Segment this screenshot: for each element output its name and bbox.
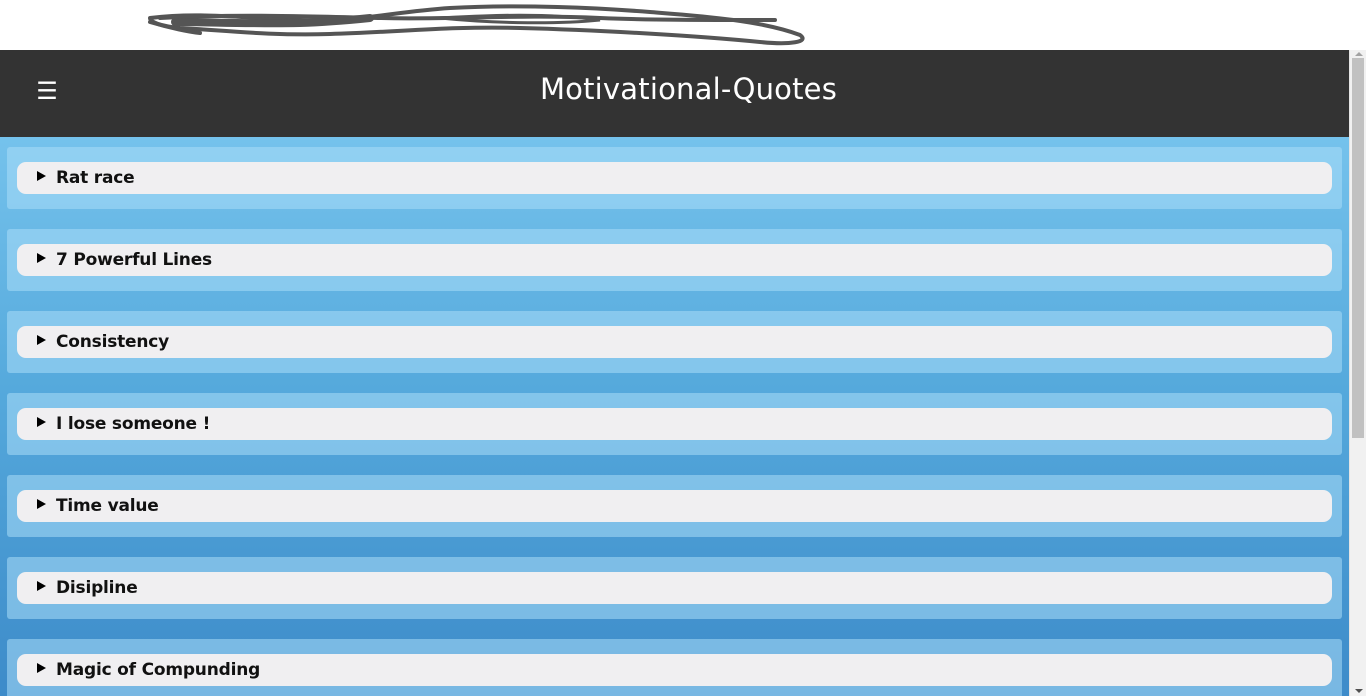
- quote-title: Rat race: [56, 168, 135, 188]
- disclosure-triangle-icon: [37, 663, 46, 673]
- quote-title: 7 Powerful Lines: [56, 250, 212, 270]
- quote-card: Time value: [7, 475, 1342, 537]
- page-title: Motivational-Quotes: [539, 72, 838, 106]
- quote-title: I lose someone !: [56, 414, 211, 434]
- disclosure-triangle-icon: [37, 335, 46, 345]
- quote-title: Consistency: [56, 332, 170, 352]
- quote-card: Magic of Compunding: [7, 639, 1342, 696]
- top-white-strip: [0, 0, 1366, 50]
- quote-summary-toggle[interactable]: Rat race: [17, 162, 1332, 194]
- disclosure-triangle-icon: [37, 253, 46, 263]
- disclosure-triangle-icon: [37, 581, 46, 591]
- disclosure-triangle-icon: [37, 171, 46, 181]
- quote-card: Consistency: [7, 311, 1342, 373]
- quote-title: Magic of Compunding: [56, 660, 261, 680]
- browser-viewport: ☰ Motivational-Quotes Rat race 7 Powerfu…: [0, 0, 1366, 696]
- disclosure-triangle-icon: [37, 417, 46, 427]
- scroll-up-arrow-icon[interactable]: [1355, 52, 1363, 56]
- vertical-scrollbar[interactable]: [1349, 50, 1366, 696]
- scrollbar-thumb[interactable]: [1352, 58, 1364, 438]
- quote-card: I lose someone !: [7, 393, 1342, 455]
- quote-summary-toggle[interactable]: I lose someone !: [17, 408, 1332, 440]
- top-navbar: ☰ Motivational-Quotes: [0, 50, 1349, 137]
- quote-title: Time value: [56, 496, 159, 516]
- quote-summary-toggle[interactable]: Consistency: [17, 326, 1332, 358]
- quotes-list: Rat race 7 Powerful Lines Consistency I …: [0, 137, 1349, 696]
- disclosure-triangle-icon: [37, 499, 46, 509]
- quote-title: Disipline: [56, 578, 138, 598]
- quote-card: 7 Powerful Lines: [7, 229, 1342, 291]
- quote-summary-toggle[interactable]: Time value: [17, 490, 1332, 522]
- quote-summary-toggle[interactable]: Magic of Compunding: [17, 654, 1332, 686]
- quote-summary-toggle[interactable]: Disipline: [17, 572, 1332, 604]
- quote-summary-toggle[interactable]: 7 Powerful Lines: [17, 244, 1332, 276]
- scroll-down-arrow-icon[interactable]: [1355, 689, 1363, 693]
- quote-card: Disipline: [7, 557, 1342, 619]
- redaction-scribble: [148, 4, 805, 46]
- quote-card: Rat race: [7, 147, 1342, 209]
